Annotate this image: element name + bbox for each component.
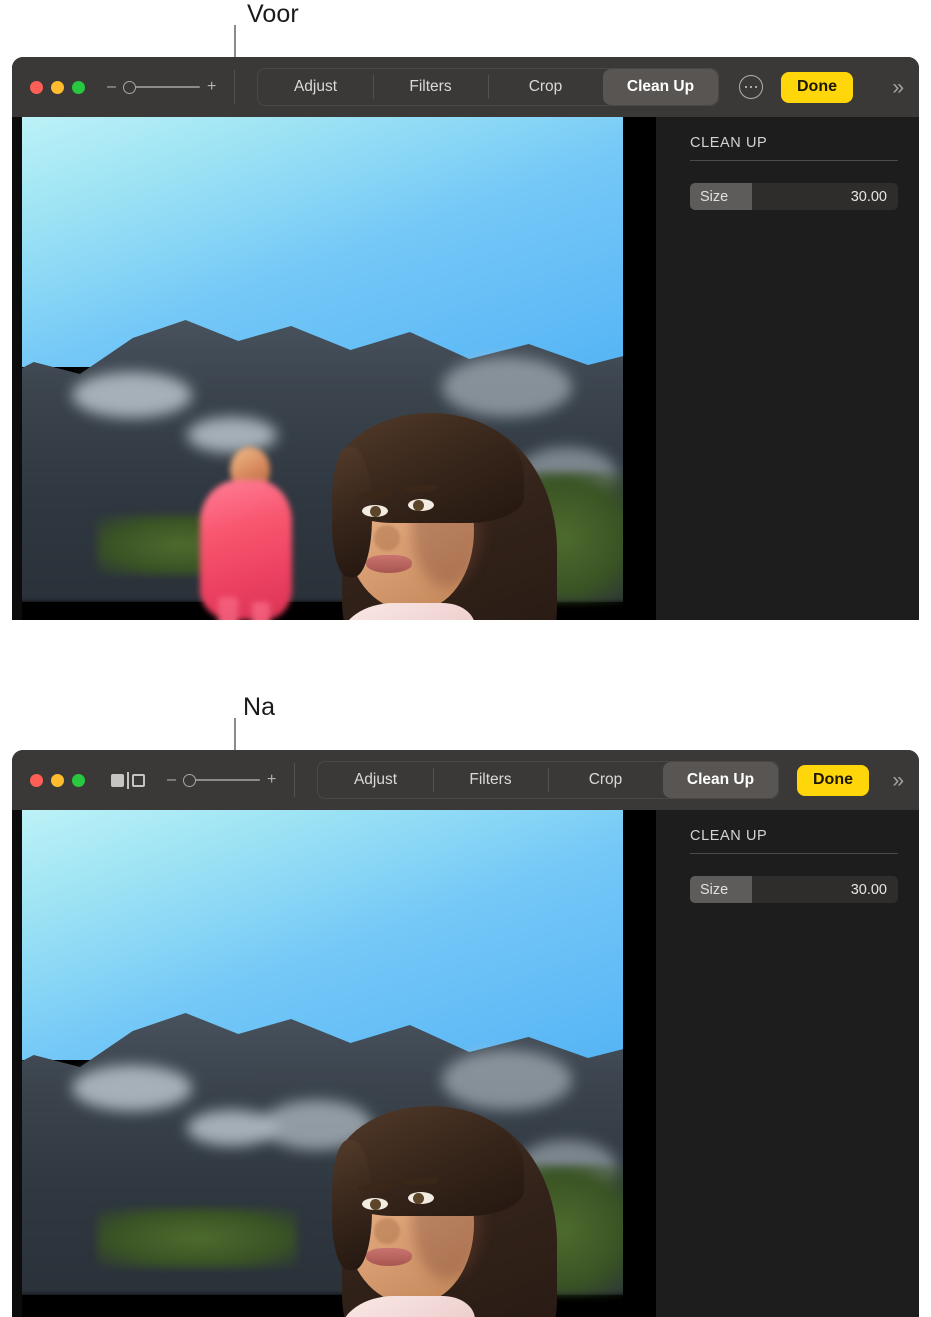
photo-left-edge <box>12 810 22 1317</box>
size-slider-label: Size <box>700 188 729 205</box>
size-slider-row[interactable]: Size 30.00 <box>690 183 898 210</box>
eye-pupil <box>413 1193 424 1204</box>
zoom-in-icon[interactable]: + <box>267 772 276 788</box>
minimize-window-button[interactable] <box>51 80 64 94</box>
zoom-slider-track[interactable] <box>183 773 260 787</box>
tab-adjust[interactable]: Adjust <box>318 762 433 798</box>
size-slider-value: 30.00 <box>850 881 887 898</box>
clean-up-sidebar-before: CLEAN UP Size 30.00 <box>656 117 919 620</box>
photo-sidebar-divider <box>623 117 656 620</box>
zoom-slider-knob[interactable] <box>183 773 196 787</box>
size-slider-label: Size <box>700 881 729 898</box>
close-window-button[interactable] <box>30 773 43 787</box>
compare-divider-icon <box>127 771 129 789</box>
compare-outline-square-icon <box>132 773 145 787</box>
maximize-window-button[interactable] <box>72 773 85 787</box>
zoom-in-icon[interactable]: + <box>207 79 216 95</box>
close-window-button[interactable] <box>30 80 43 94</box>
expand-sidebar-chevrons-icon[interactable]: » <box>892 77 905 98</box>
clean-up-sidebar-after: CLEAN UP Size 30.00 <box>656 810 919 1317</box>
zoom-out-icon[interactable]: – <box>107 79 116 95</box>
nose <box>374 525 400 551</box>
photos-editor-window-before: – + Adjust Filters Crop Clean Up Done » <box>12 57 919 620</box>
lips <box>366 555 412 573</box>
photo-left-edge <box>12 117 22 620</box>
tab-crop[interactable]: Crop <box>548 762 663 798</box>
tab-adjust[interactable]: Adjust <box>258 69 373 105</box>
person-leg <box>252 602 270 620</box>
rock-highlight <box>72 372 192 418</box>
sidebar-title: CLEAN UP <box>690 135 768 151</box>
eye-pupil <box>370 506 381 517</box>
ellipsis-icon <box>744 85 758 89</box>
tab-clean-up[interactable]: Clean Up <box>663 762 778 798</box>
photo-canvas-after[interactable] <box>12 810 623 1317</box>
photo-sidebar-divider <box>623 810 656 1317</box>
photo-canvas-before[interactable] <box>12 117 623 620</box>
minimize-window-button[interactable] <box>51 773 64 787</box>
edit-mode-tabs-before: Adjust Filters Crop Clean Up <box>257 68 719 106</box>
photos-editor-window-after: – + Adjust Filters Crop Clean Up Done » <box>12 750 919 1317</box>
photo-artwork-before <box>12 117 623 620</box>
tab-filters[interactable]: Filters <box>373 69 488 105</box>
expand-sidebar-chevrons-icon[interactable]: » <box>892 770 905 791</box>
maximize-window-button[interactable] <box>72 80 85 94</box>
zoom-slider-before[interactable]: – + <box>107 79 216 95</box>
window-body-before: CLEAN UP Size 30.00 <box>12 117 919 620</box>
person-dress <box>200 480 292 620</box>
foliage-patch <box>97 1208 297 1268</box>
sidebar-divider <box>690 160 898 161</box>
sky-region <box>12 117 623 367</box>
sidebar-divider <box>690 853 898 854</box>
portrait-subject <box>312 1100 623 1317</box>
person-to-remove <box>190 447 310 620</box>
sky-region <box>12 810 623 1060</box>
window-titlebar-after: – + Adjust Filters Crop Clean Up Done » <box>12 750 919 810</box>
zoom-slider-track[interactable] <box>123 80 200 94</box>
photo-artwork-after <box>12 810 623 1317</box>
size-slider-value: 30.00 <box>850 188 887 205</box>
eye-pupil <box>370 1199 381 1210</box>
traffic-lights-after <box>30 773 85 787</box>
traffic-lights-before <box>30 80 85 94</box>
zoom-slider-after[interactable]: – + <box>167 772 276 788</box>
rock-highlight <box>72 1065 192 1111</box>
eye-pupil <box>413 500 424 511</box>
sidebar-title: CLEAN UP <box>690 828 768 844</box>
done-button[interactable]: Done <box>797 764 869 796</box>
zoom-slider-knob[interactable] <box>123 80 136 94</box>
nose <box>374 1218 400 1244</box>
zoom-out-icon[interactable]: – <box>167 772 176 788</box>
tab-filters[interactable]: Filters <box>433 762 548 798</box>
size-slider-row[interactable]: Size 30.00 <box>690 876 898 903</box>
callout-label-after: Na <box>243 693 276 721</box>
portrait-subject <box>312 407 623 620</box>
window-body-after: CLEAN UP Size 30.00 <box>12 810 919 1317</box>
more-options-button[interactable] <box>739 75 763 99</box>
compare-before-after-button[interactable] <box>111 771 145 789</box>
compare-filled-square-icon <box>111 773 124 787</box>
callout-label-before: Voor <box>247 0 299 28</box>
toolbar-divider <box>234 70 235 104</box>
lips <box>366 1248 412 1266</box>
person-leg <box>218 597 238 620</box>
edit-mode-tabs-after: Adjust Filters Crop Clean Up <box>317 761 779 799</box>
tab-clean-up[interactable]: Clean Up <box>603 69 718 105</box>
window-titlebar-before: – + Adjust Filters Crop Clean Up Done » <box>12 57 919 117</box>
done-button[interactable]: Done <box>781 71 853 103</box>
tab-crop[interactable]: Crop <box>488 69 603 105</box>
toolbar-divider <box>294 763 295 797</box>
